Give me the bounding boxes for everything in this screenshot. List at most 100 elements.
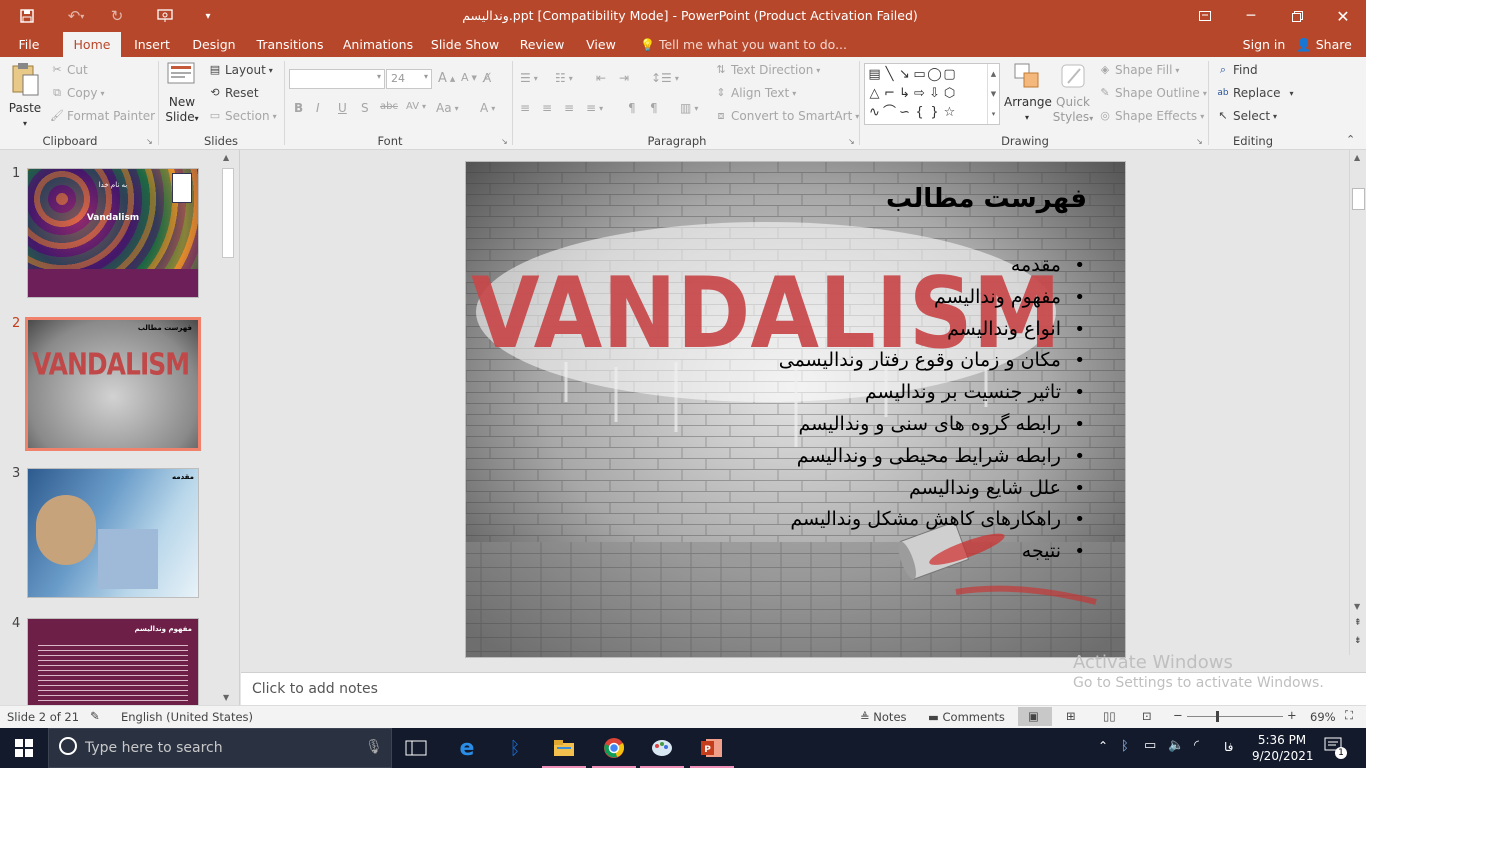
shrink-font-button[interactable]: A ▼ bbox=[461, 71, 477, 84]
find-button[interactable]: ⌕ Find bbox=[1216, 63, 1258, 77]
elbow-arrow-icon[interactable]: ↳ bbox=[897, 86, 912, 101]
ltr-button[interactable]: ¶ bbox=[628, 101, 636, 115]
minimize-button[interactable]: ─ bbox=[1228, 0, 1274, 32]
freeform-shape-icon[interactable]: ∿ bbox=[867, 105, 882, 120]
format-painter-button[interactable]: 🖌 Format Painter bbox=[50, 109, 155, 123]
align-text-button[interactable]: ⇕ Align Text ▾ bbox=[714, 86, 796, 100]
zoom-in-button[interactable]: + bbox=[1287, 708, 1297, 722]
action-center-icon[interactable]: 1 bbox=[1324, 737, 1347, 759]
comments-toggle[interactable]: ▬ Comments bbox=[928, 710, 1005, 724]
rectangle-shape-icon[interactable]: ▭ bbox=[912, 67, 927, 82]
replace-button[interactable]: ab Replace ▾ bbox=[1216, 86, 1293, 100]
new-slide-button[interactable]: New Slide▾ bbox=[162, 61, 202, 126]
shape-fill-button[interactable]: ◈ Shape Fill ▾ bbox=[1098, 63, 1180, 77]
zoom-slider[interactable] bbox=[1187, 716, 1283, 717]
rtl-button[interactable]: ¶ bbox=[650, 101, 658, 115]
scroll-thumb[interactable] bbox=[1352, 188, 1365, 210]
left-brace-shape-icon[interactable]: { bbox=[912, 105, 927, 120]
bluetooth-app-icon[interactable]: ᛒ bbox=[491, 728, 539, 768]
copy-button[interactable]: ⧉ Copy ▾ bbox=[50, 86, 104, 100]
section-button[interactable]: ▭ Section ▾ bbox=[208, 109, 277, 123]
slide-count[interactable]: Slide 2 of 21 bbox=[7, 710, 79, 724]
align-left-button[interactable]: ≡ bbox=[520, 101, 530, 115]
reading-view-icon[interactable]: ▯▯ bbox=[1103, 709, 1116, 723]
shape-outline-button[interactable]: ✎ Shape Outline ▾ bbox=[1098, 86, 1206, 100]
font-launcher-icon[interactable]: ↘ bbox=[501, 137, 508, 146]
close-button[interactable]: ✕ bbox=[1320, 0, 1366, 32]
slide-thumbnail[interactable]: مفهوم ونداليسم bbox=[27, 618, 199, 708]
right-arrow-shape-icon[interactable]: ⇨ bbox=[912, 86, 927, 101]
scroll-up-icon[interactable]: ▲ bbox=[1354, 153, 1360, 162]
share-button[interactable]: 👤 Share bbox=[1296, 32, 1352, 57]
increase-indent-button[interactable]: ⇥ bbox=[619, 71, 629, 85]
notes-placeholder[interactable]: Click to add notes bbox=[252, 681, 378, 697]
spelling-check-icon[interactable]: ✎ bbox=[90, 709, 100, 723]
italic-button[interactable]: I bbox=[316, 101, 320, 115]
tab-review[interactable]: Review bbox=[514, 32, 570, 57]
file-explorer-icon[interactable] bbox=[540, 728, 588, 768]
layout-button[interactable]: ▤ Layout ▾ bbox=[208, 63, 273, 77]
oval-shape-icon[interactable]: ◯ bbox=[927, 67, 942, 82]
triangle-shape-icon[interactable]: △ bbox=[867, 86, 882, 101]
tell-me-box[interactable]: 💡 Tell me what you want to do... bbox=[640, 32, 847, 57]
tab-slide-show[interactable]: Slide Show bbox=[430, 32, 500, 57]
redo-icon[interactable]: ↻ bbox=[104, 0, 130, 32]
zoom-slider-thumb[interactable] bbox=[1216, 711, 1219, 722]
tab-design[interactable]: Design bbox=[188, 32, 240, 57]
taskbar-clock[interactable]: 5:36 PM 9/20/2021 bbox=[1252, 732, 1314, 764]
paragraph-launcher-icon[interactable]: ↘ bbox=[848, 137, 855, 146]
current-slide[interactable]: VANDALISM فهرست مطالب مقدمه مفهوم وندالي… bbox=[465, 161, 1126, 658]
change-case-button[interactable]: Aa ▾ bbox=[436, 101, 459, 115]
network-icon[interactable]: ◜ bbox=[1194, 738, 1199, 753]
slide-title[interactable]: فهرست مطالب bbox=[886, 184, 1087, 214]
slide-sorter-icon[interactable]: ⊞ bbox=[1066, 709, 1076, 723]
language-indicator[interactable]: English (United States) bbox=[121, 710, 253, 724]
fit-to-window-icon[interactable]: ⛶ bbox=[1345, 708, 1353, 723]
previous-slide-icon[interactable]: ⇞ bbox=[1354, 618, 1362, 628]
editor-scrollbar[interactable]: ▲ ▼ ⇞ ⇟ bbox=[1349, 150, 1366, 655]
input-language-indicator[interactable]: فا bbox=[1224, 740, 1233, 754]
slide-show-icon[interactable]: ⊡ bbox=[1142, 709, 1152, 723]
tab-insert[interactable]: Insert bbox=[130, 32, 174, 57]
columns-button[interactable]: ▥ ▾ bbox=[680, 101, 698, 115]
paste-button[interactable]: Paste ▾ bbox=[6, 61, 44, 131]
arrange-button[interactable]: Arrange ▾ bbox=[1004, 61, 1052, 125]
sign-in-link[interactable]: Sign in bbox=[1238, 32, 1290, 57]
hexagon-shape-icon[interactable]: ⬡ bbox=[942, 86, 957, 101]
slide-thumbnail-selected[interactable]: VANDALISM فهرست مطالب bbox=[25, 317, 201, 451]
numbering-button[interactable]: ☷ ▾ bbox=[555, 71, 573, 85]
drawing-launcher-icon[interactable]: ↘ bbox=[1196, 137, 1203, 146]
font-color-button[interactable]: A ▾ bbox=[480, 101, 495, 115]
bluetooth-icon[interactable]: ᛒ bbox=[1121, 739, 1129, 754]
scribble-shape-icon[interactable]: ∽ bbox=[897, 105, 912, 120]
undo-icon[interactable]: ↶ ▾ bbox=[58, 0, 94, 32]
center-button[interactable]: ≡ bbox=[542, 101, 552, 115]
elbow-connector-icon[interactable]: ⌐ bbox=[882, 86, 897, 101]
start-button[interactable] bbox=[0, 728, 48, 768]
zoom-out-button[interactable]: − bbox=[1173, 708, 1183, 722]
next-slide-icon[interactable]: ⇟ bbox=[1354, 636, 1362, 646]
align-right-button[interactable]: ≡ bbox=[564, 101, 574, 115]
scroll-thumb[interactable] bbox=[222, 168, 234, 258]
notes-toggle[interactable]: ≜ Notes bbox=[860, 710, 907, 724]
underline-button[interactable]: U bbox=[338, 101, 347, 115]
customize-qat-icon[interactable]: ▾ bbox=[198, 0, 218, 32]
shape-effects-button[interactable]: ◎ Shape Effects ▾ bbox=[1098, 109, 1204, 123]
save-icon[interactable] bbox=[10, 0, 44, 32]
font-size-combo[interactable]: 24 ▾ bbox=[386, 69, 432, 89]
star-shape-icon[interactable]: ☆ bbox=[942, 105, 957, 120]
present-from-start-icon[interactable] bbox=[150, 0, 180, 32]
reset-button[interactable]: ⟲ Reset bbox=[208, 86, 258, 100]
shapes-gallery[interactable]: ▤ ╲ ↘ ▭ ◯ ▢ △ ⌐ ↳ ⇨ ⇩ ⬡ ∿ ⌒ ∽{} ☆ ▲ ▼ ▾ bbox=[864, 63, 1000, 125]
thumbnail-scrollbar[interactable]: ▲ ▼ bbox=[220, 150, 237, 705]
show-hidden-icons[interactable]: ⌃ bbox=[1098, 739, 1108, 753]
down-arrow-shape-icon[interactable]: ⇩ bbox=[927, 86, 942, 101]
bold-button[interactable]: B bbox=[294, 101, 303, 115]
task-view-icon[interactable] bbox=[392, 728, 440, 768]
rounded-rect-shape-icon[interactable]: ▢ bbox=[942, 67, 957, 82]
scroll-down-icon[interactable]: ▼ bbox=[1354, 602, 1360, 611]
slide-bullet-list[interactable]: مقدمه مفهوم ونداليسم انواع ونداليسم مکان… bbox=[485, 250, 1085, 568]
slide-thumbnail[interactable]: به نام خدا Vandalism bbox=[27, 168, 199, 298]
bullets-button[interactable]: ☰ ▾ bbox=[520, 71, 538, 85]
text-box-shape-icon[interactable]: ▤ bbox=[867, 67, 882, 82]
